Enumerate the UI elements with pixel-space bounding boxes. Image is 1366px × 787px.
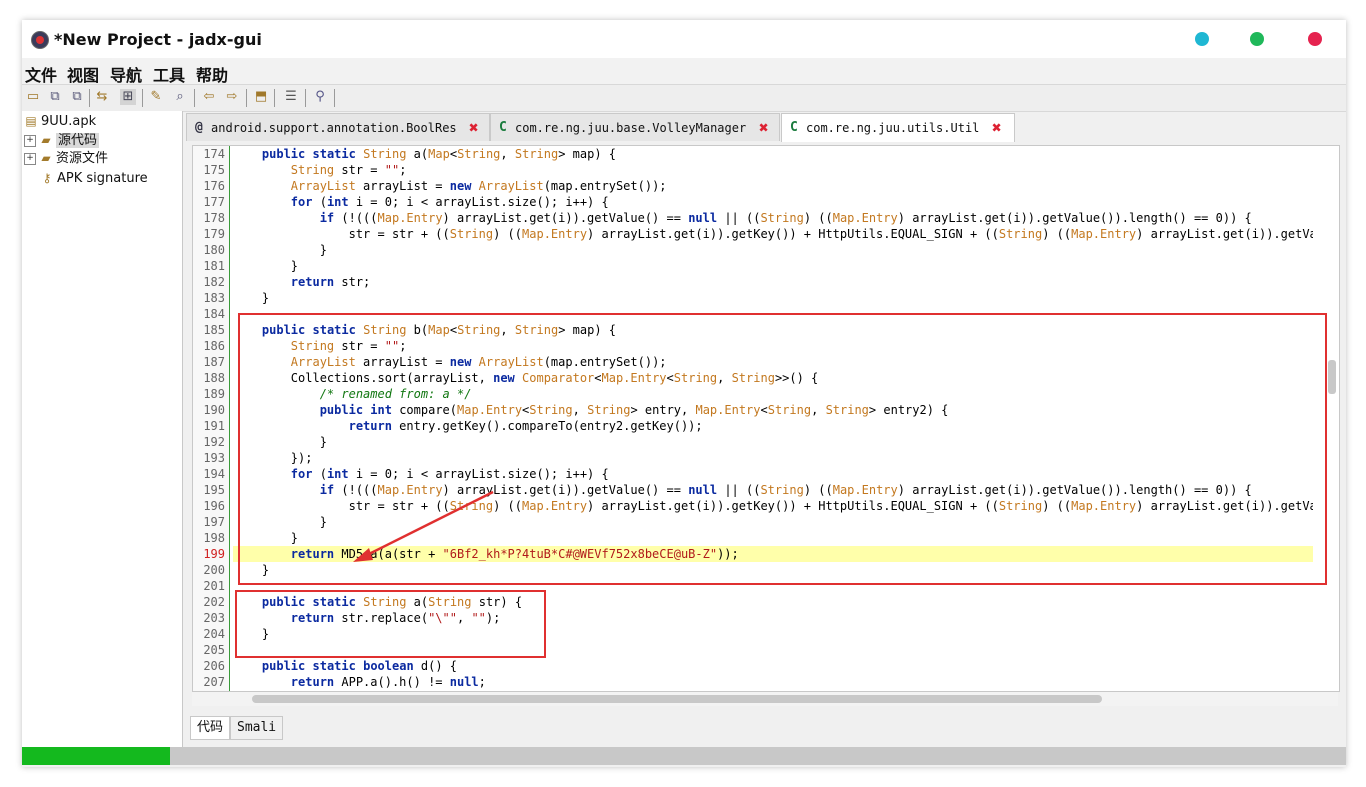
sync-icon[interactable]: ⇆ — [94, 89, 110, 105]
menu-view[interactable]: 视图 — [67, 62, 99, 86]
jadx-logo-icon — [31, 31, 49, 49]
close-tab-icon[interactable]: ✖ — [992, 114, 1002, 142]
back-arrow-icon[interactable]: ⇦ — [201, 89, 217, 105]
tree-item-resources[interactable]: + ▰ 资源文件 — [24, 149, 108, 167]
view-mode-tabs: 代码 Smali — [186, 716, 1346, 740]
tree-item-label: 9UU.apk — [41, 114, 97, 129]
forward-arrow-icon[interactable]: ⇨ — [224, 89, 240, 105]
menu-tools[interactable]: 工具 — [153, 62, 185, 86]
tree-item-label: 源代码 — [56, 133, 100, 148]
minimize-button[interactable] — [1195, 32, 1209, 46]
tab-label: com.re.ng.juu.base.VolleyManager — [515, 121, 747, 135]
key-icon: ⚷ — [42, 171, 52, 185]
close-tab-icon[interactable]: ✖ — [759, 114, 769, 142]
progress-bar — [22, 747, 1346, 765]
expand-icon[interactable]: + — [24, 134, 36, 147]
package-folder-icon: ▰ — [41, 133, 51, 147]
editor-tabs: @ android.support.annotation.BoolRes ✖ C… — [186, 113, 1346, 142]
tab-label: com.re.ng.juu.utils.Util — [806, 121, 980, 135]
title-bar: *New Project - jadx-gui — [22, 20, 1346, 58]
class-icon: C — [790, 120, 798, 135]
app-window: *New Project - jadx-gui 文件 视图 导航 工具 帮助 ▭… — [22, 20, 1346, 767]
flatten-packages-icon[interactable]: ⊞ — [120, 89, 136, 105]
log-viewer-icon[interactable]: ☰ — [283, 89, 299, 105]
close-window-button[interactable] — [1308, 32, 1322, 46]
code-editor[interactable]: 174 175 176 177 178 179 180 181 182 183 184 185 186 1… — [192, 145, 1340, 692]
tab-smali-view[interactable]: Smali — [230, 716, 284, 740]
tree-item-label: 资源文件 — [56, 151, 109, 166]
menu-file[interactable]: 文件 — [25, 62, 57, 86]
tab-volleymanager[interactable]: C com.re.ng.juu.base.VolleyManager ✖ — [490, 113, 780, 141]
tree-item-label: APK signature — [57, 171, 148, 186]
open-folder-icon[interactable]: ▭ — [25, 89, 41, 105]
toolbar-separator — [89, 89, 90, 107]
toolbar-separator — [305, 89, 306, 107]
apk-file-icon: ▤ — [25, 114, 37, 128]
progress-fill — [22, 747, 171, 765]
settings-wrench-icon[interactable]: ⚲ — [312, 89, 328, 105]
window-title: *New Project - jadx-gui — [54, 30, 262, 49]
tab-label: android.support.annotation.BoolRes — [211, 121, 457, 135]
horizontal-scrollbar-thumb[interactable] — [252, 695, 1102, 703]
vertical-scrollbar-thumb[interactable] — [1328, 360, 1336, 394]
menu-bar: 文件 视图 导航 工具 帮助 — [22, 58, 1346, 86]
horizontal-scrollbar[interactable] — [192, 692, 1338, 706]
menu-help[interactable]: 帮助 — [196, 62, 228, 86]
expand-icon[interactable]: + — [24, 152, 36, 165]
toolbar-separator — [194, 89, 195, 107]
project-tree: ▤ 9UU.apk + ▰ 源代码 + ▰ 资源文件 ⚷ APK signature — [22, 111, 183, 747]
decompile-wand-icon[interactable]: ✎ — [148, 89, 164, 105]
resource-folder-icon: ▰ — [41, 151, 51, 165]
toolbar-separator — [246, 89, 247, 107]
class-icon: C — [499, 120, 507, 135]
annotation-icon: @ — [195, 120, 203, 135]
toolbar-separator — [142, 89, 143, 107]
search-icon[interactable]: ⌕ — [172, 89, 188, 105]
maximize-button[interactable] — [1250, 32, 1264, 46]
close-tab-icon[interactable]: ✖ — [469, 114, 479, 142]
tree-item-apk-signature[interactable]: ⚷ APK signature — [40, 169, 148, 187]
tab-boolres[interactable]: @ android.support.annotation.BoolRes ✖ — [186, 113, 490, 141]
menu-navigate[interactable]: 导航 — [110, 62, 142, 86]
tab-util[interactable]: C com.re.ng.juu.utils.Util ✖ — [781, 113, 1015, 142]
annotation-arrow — [353, 490, 494, 562]
toolbar-separator — [274, 89, 275, 107]
export-icon[interactable]: ⬒ — [253, 89, 269, 105]
toolbar-separator — [334, 89, 335, 107]
toolbar: ▭ ⧉ ⧉ ⇆ ⊞ ✎ ⌕ ⇦ ⇨ ⬒ ☰ ⚲ — [22, 84, 1346, 112]
tree-item-apk[interactable]: ▤ 9UU.apk — [24, 112, 96, 130]
tree-item-source-code[interactable]: + ▰ 源代码 — [24, 131, 100, 149]
add-files-icon[interactable]: ⧉ — [47, 89, 63, 105]
save-all-icon[interactable]: ⧉ — [69, 89, 85, 105]
tab-code-view[interactable]: 代码 — [190, 716, 231, 740]
